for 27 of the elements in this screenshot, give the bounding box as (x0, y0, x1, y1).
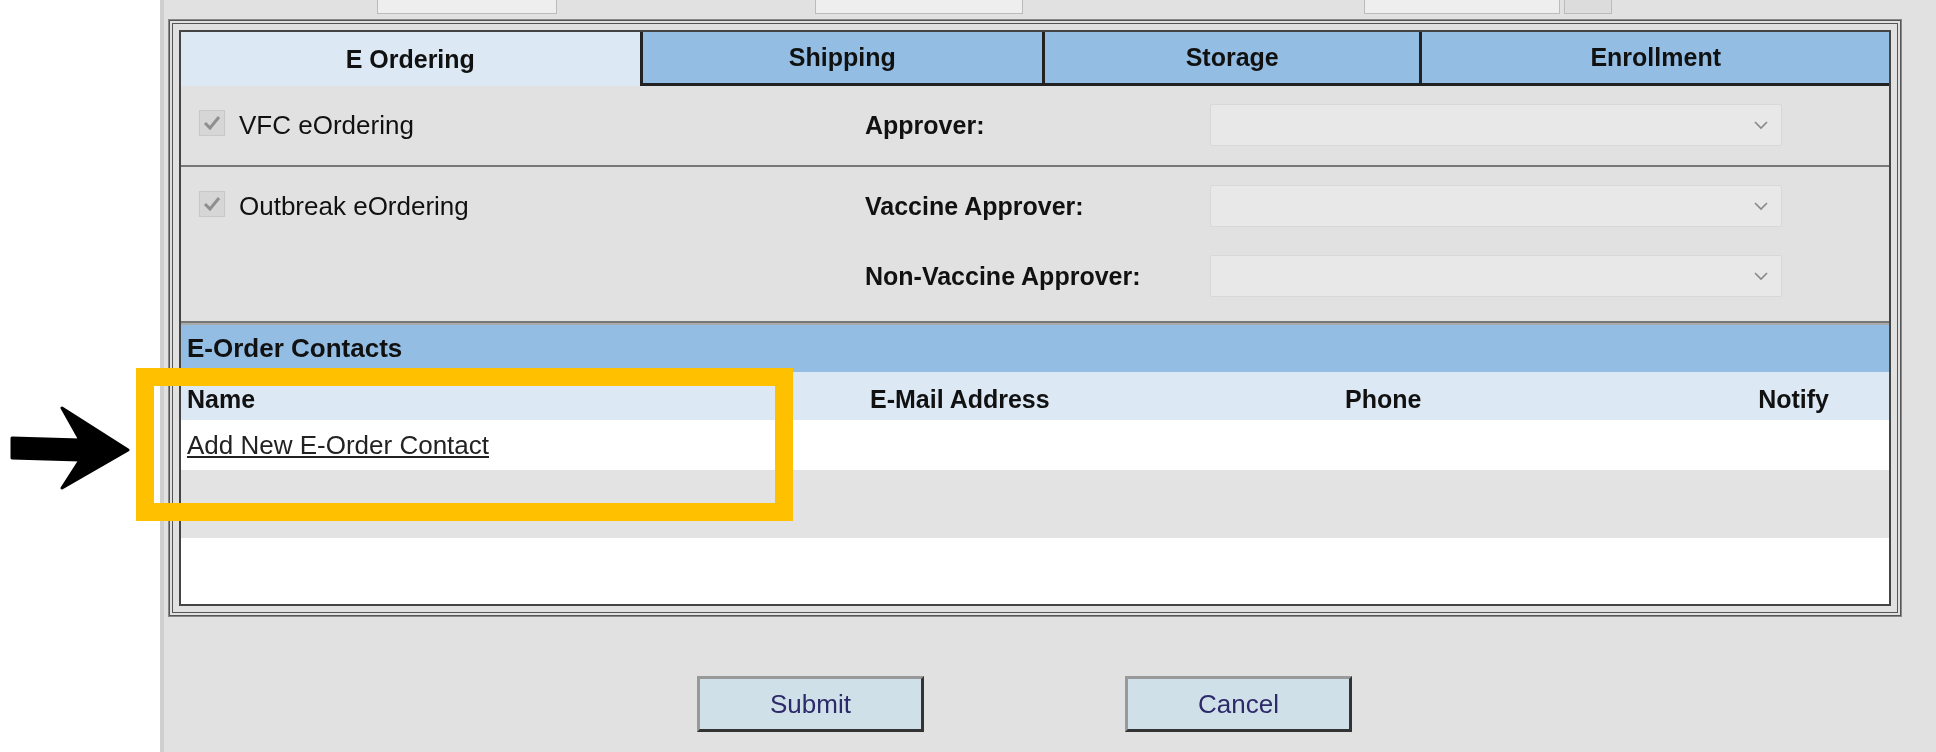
field-label: Non-Vaccine Approver: (865, 261, 1142, 291)
tab[interactable]: E Ordering (181, 32, 640, 86)
section-header: E-Order Contacts (181, 323, 1889, 372)
column-header: Phone (1344, 385, 1423, 414)
column-header: Notify (1757, 385, 1830, 414)
add-contact-link[interactable]: Add New E-Order Contact (187, 429, 489, 461)
checkmark-icon (202, 113, 222, 133)
checkmark-icon (202, 194, 222, 214)
checkbox-label: Outbreak eOrdering (239, 191, 469, 222)
column-header: Name (186, 385, 257, 414)
checkbox-label: VFC eOrdering (239, 110, 414, 141)
tab[interactable]: Shipping (639, 32, 1042, 86)
chevron-down-icon (1753, 271, 1769, 281)
field-label: Approver: (865, 110, 986, 140)
column-header: E-Mail Address (869, 385, 1051, 414)
arrow-icon (10, 406, 130, 490)
input-field[interactable] (815, 0, 1023, 14)
tab[interactable]: Enrollment (1419, 32, 1889, 86)
tab[interactable]: Storage (1042, 32, 1420, 86)
form-button[interactable]: Cancel (1125, 676, 1352, 732)
chevron-down-icon (1753, 120, 1769, 130)
form-button[interactable]: Submit (697, 676, 924, 732)
input-field[interactable] (377, 0, 557, 14)
dropdown-button[interactable] (1564, 0, 1612, 14)
field-label: Vaccine Approver: (865, 191, 1085, 221)
input-field[interactable] (1364, 0, 1560, 14)
chevron-down-icon (1753, 201, 1769, 211)
